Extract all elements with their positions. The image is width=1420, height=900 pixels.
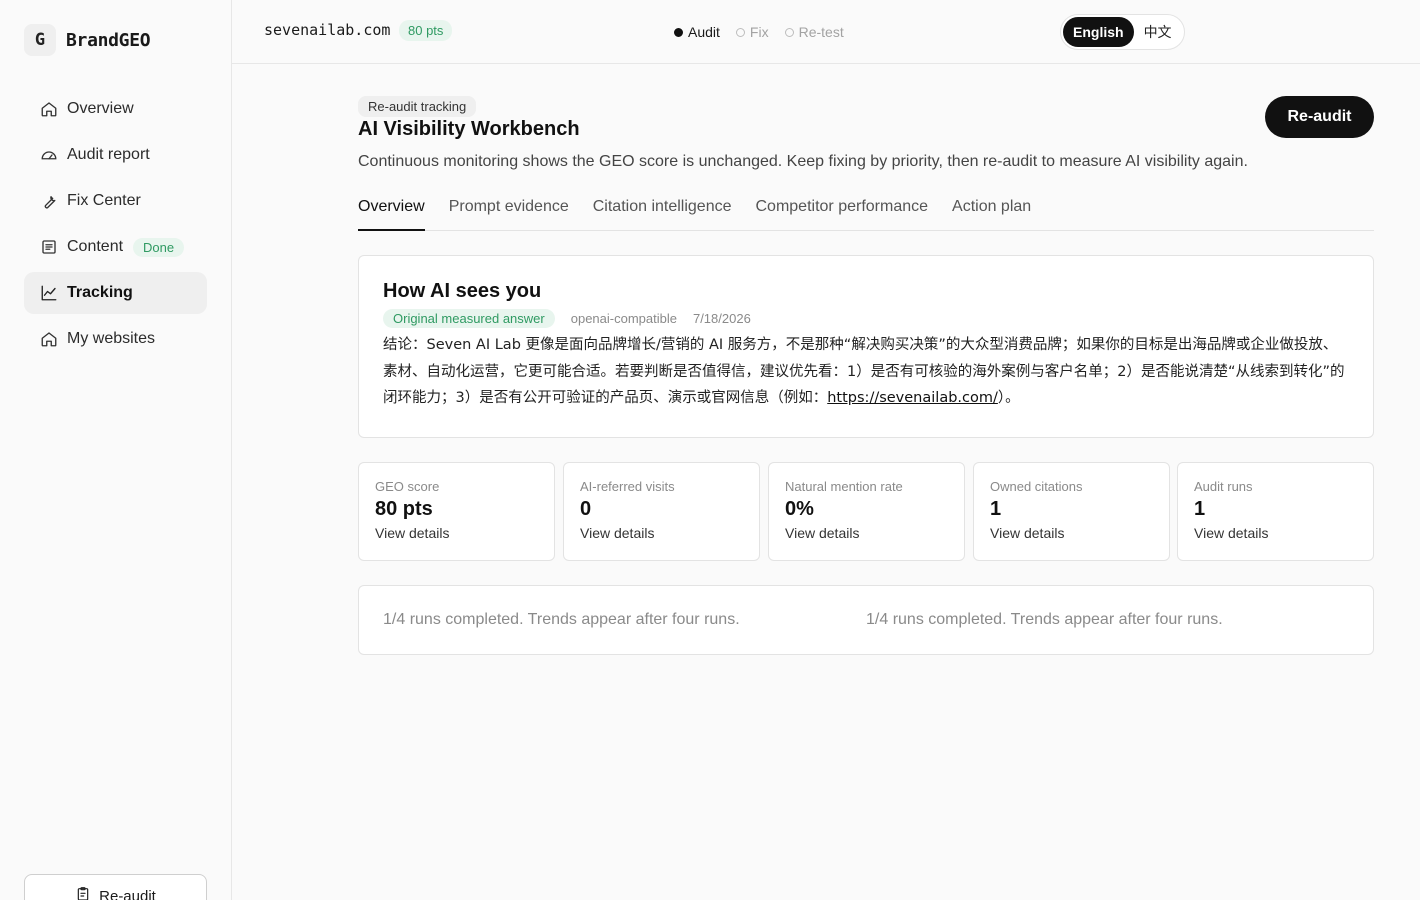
tab-citation-intelligence[interactable]: Citation intelligence <box>593 196 732 231</box>
status-badge: Done <box>133 237 185 257</box>
wrench-icon <box>40 192 58 210</box>
sidebar-item-label: My websites <box>67 330 156 347</box>
view-details-link[interactable]: View details <box>1194 525 1357 541</box>
answer-link[interactable]: https://sevenailab.com/ <box>827 390 998 406</box>
step-dot-icon <box>784 27 794 37</box>
ai-perception-card: How AI sees you Original measured answer… <box>358 255 1374 438</box>
gauge-icon <box>40 146 58 164</box>
brand-mark: G <box>24 24 56 56</box>
sidebar-item-my-websites[interactable]: My websites <box>24 318 207 360</box>
step-label: Fix <box>749 24 769 40</box>
stat-label: Owned citations <box>990 479 1083 494</box>
tab-prompt-evidence[interactable]: Prompt evidence <box>449 196 569 231</box>
document-icon <box>40 238 58 256</box>
sidebar-item-content[interactable]: Content Done <box>24 226 207 268</box>
workflow-steps: Audit Fix Re-test <box>674 24 844 40</box>
tab-bar: Overview Prompt evidence Citation intell… <box>358 196 1374 231</box>
stat-value: 0 <box>580 498 592 520</box>
stat-card-geo-score: GEO score 80 pts View details <box>358 462 555 561</box>
sidebar-item-audit-report[interactable]: Audit report <box>24 134 207 176</box>
sidebar-item-label: Tracking <box>67 284 133 301</box>
lang-chinese-button[interactable]: 中文 <box>1134 17 1182 47</box>
brand-name: BrandGEO <box>66 29 151 51</box>
step-fix[interactable]: Fix <box>735 24 769 40</box>
stat-card-owned-citations: Owned citations 1 View details <box>973 462 1170 561</box>
sidebar-item-fix-center[interactable]: Fix Center <box>24 180 207 222</box>
stat-card-mention-rate: Natural mention rate 0% View details <box>768 462 965 561</box>
section-tag: Re-audit tracking <box>358 96 477 117</box>
stat-value: 1 <box>990 498 1002 520</box>
sidebar-reaudit-label: Re-audit <box>99 887 156 900</box>
step-audit[interactable]: Audit <box>674 24 720 40</box>
ai-answer-text: 结论：Seven AI Lab 更像是面向品牌增长/营销的 AI 服务方，不是那… <box>383 332 1349 412</box>
stat-label: Natural mention rate <box>785 479 903 494</box>
step-dot-icon <box>735 27 745 37</box>
trends-card: 1/4 runs completed. Trends appear after … <box>358 585 1374 655</box>
provider-label: openai-compatible <box>570 311 677 326</box>
step-label: Re-test <box>798 24 844 40</box>
sidebar: G BrandGEO Overview Audit report Fix Cen… <box>0 0 232 900</box>
answer-meta: Original measured answer openai-compatib… <box>383 309 1349 328</box>
sidebar-item-label: Overview <box>67 100 134 117</box>
stat-value: 1 <box>1194 498 1206 520</box>
reaudit-button[interactable]: Re-audit <box>1265 96 1374 138</box>
sidebar-item-overview[interactable]: Overview <box>24 88 207 130</box>
stat-value: 0% <box>785 498 814 520</box>
chart-line-icon <box>40 284 58 302</box>
tab-competitor-performance[interactable]: Competitor performance <box>756 196 929 231</box>
page-subtitle: Continuous monitoring shows the GEO scor… <box>358 153 1248 170</box>
clipboard-icon <box>75 886 91 900</box>
page-title: AI Visibility Workbench <box>358 118 580 140</box>
lang-english-button[interactable]: English <box>1063 17 1134 47</box>
home-icon <box>40 100 58 118</box>
stat-label: GEO score <box>375 479 440 494</box>
home-icon <box>40 330 58 348</box>
step-retest[interactable]: Re-test <box>784 24 844 40</box>
stat-card-ai-visits: AI-referred visits 0 View details <box>563 462 760 561</box>
brand-logo[interactable]: G BrandGEO <box>24 24 151 56</box>
sidebar-nav: Overview Audit report Fix Center Content… <box>24 88 207 364</box>
answer-date: 7/18/2026 <box>692 311 751 326</box>
answer-badge: Original measured answer <box>383 309 555 328</box>
site-domain: sevenailab.com <box>264 21 391 39</box>
view-details-link[interactable]: View details <box>990 525 1153 541</box>
score-badge: 80 pts <box>399 20 453 41</box>
step-label: Audit <box>688 24 720 40</box>
sidebar-item-label: Audit report <box>67 146 150 163</box>
language-switch: English 中文 <box>1060 14 1185 50</box>
view-details-link[interactable]: View details <box>580 525 743 541</box>
card-title: How AI sees you <box>383 280 542 302</box>
trend-placeholder-right: 1/4 runs completed. Trends appear after … <box>866 611 1223 628</box>
tab-action-plan[interactable]: Action plan <box>952 196 1031 231</box>
sidebar-item-label: Content <box>67 238 124 255</box>
step-dot-icon <box>674 27 683 37</box>
sidebar-reaudit-button[interactable]: Re-audit <box>24 874 207 900</box>
answer-suffix: ）。 <box>997 390 1020 406</box>
stat-label: AI-referred visits <box>580 479 675 494</box>
sidebar-item-label: Fix Center <box>67 192 141 209</box>
view-details-link[interactable]: View details <box>785 525 948 541</box>
view-details-link[interactable]: View details <box>375 525 538 541</box>
stat-label: Audit runs <box>1194 479 1253 494</box>
stat-card-audit-runs: Audit runs 1 View details <box>1177 462 1374 561</box>
topbar: sevenailab.com 80 pts Audit Fix Re-test … <box>232 0 1420 64</box>
trend-placeholder-left: 1/4 runs completed. Trends appear after … <box>383 611 740 628</box>
stat-value: 80 pts <box>375 498 433 520</box>
tab-overview[interactable]: Overview <box>358 196 425 231</box>
sidebar-item-tracking[interactable]: Tracking <box>24 272 207 314</box>
